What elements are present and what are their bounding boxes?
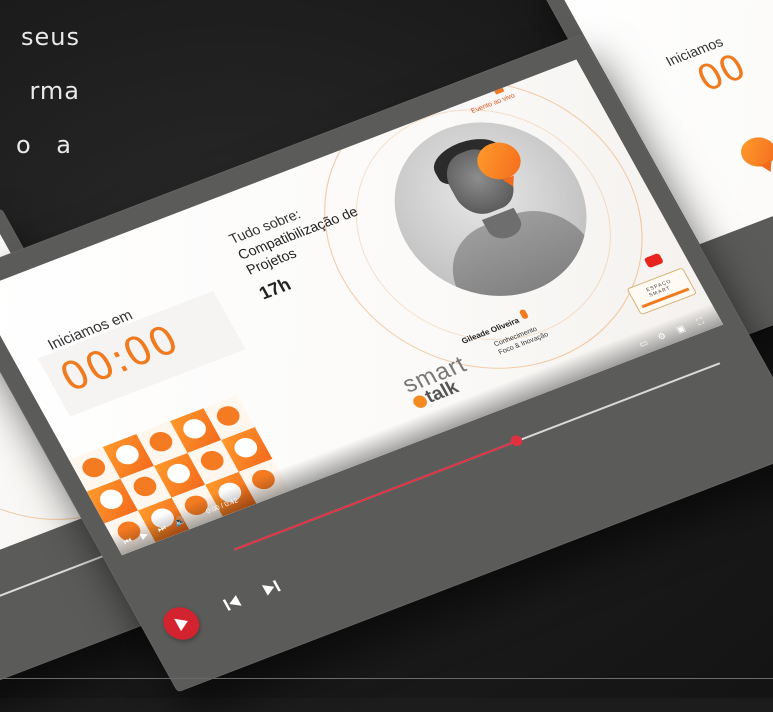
embedded-play-icon[interactable]: ▶ [138, 529, 150, 541]
intro-line-3: o a [15, 131, 80, 159]
skip-previous-icon[interactable] [218, 590, 246, 615]
tile-bubble-icon [197, 447, 228, 474]
tile-bubble-icon [230, 434, 261, 461]
tile-bubble-icon [179, 416, 210, 442]
tile-bubble-icon [129, 473, 161, 500]
tile-bubble-icon [112, 441, 143, 468]
tile-bubble-icon [163, 460, 194, 487]
tile-bubble-icon [213, 403, 244, 429]
bottom-rule [0, 678, 773, 679]
embedded-subtitles-icon[interactable]: ▭ [637, 337, 650, 350]
embedded-fullscreen-icon[interactable]: ⛶ [695, 316, 706, 328]
embedded-miniplayer-icon[interactable]: ▣ [674, 323, 687, 336]
tile-bubble-icon [96, 486, 127, 513]
embedded-time: 0:00 / 0:42 [205, 497, 240, 516]
intro-line-2: rma [29, 77, 80, 105]
embedded-prev-icon[interactable]: ⏮ [122, 535, 135, 548]
embedded-settings-icon[interactable]: ⚙ [656, 330, 669, 343]
skip-next-icon[interactable] [257, 575, 285, 600]
embedded-next-icon[interactable]: ⏭ [155, 522, 168, 535]
tile-bubble-icon [78, 454, 109, 481]
tile-bubble-icon [145, 428, 177, 455]
embedded-volume-icon[interactable]: 🔊 [172, 515, 188, 529]
intro-line-1: seus [21, 23, 80, 51]
progress-knob[interactable] [508, 434, 524, 448]
intro-text: seus rma o a [0, 0, 80, 172]
play-button[interactable] [157, 602, 206, 645]
